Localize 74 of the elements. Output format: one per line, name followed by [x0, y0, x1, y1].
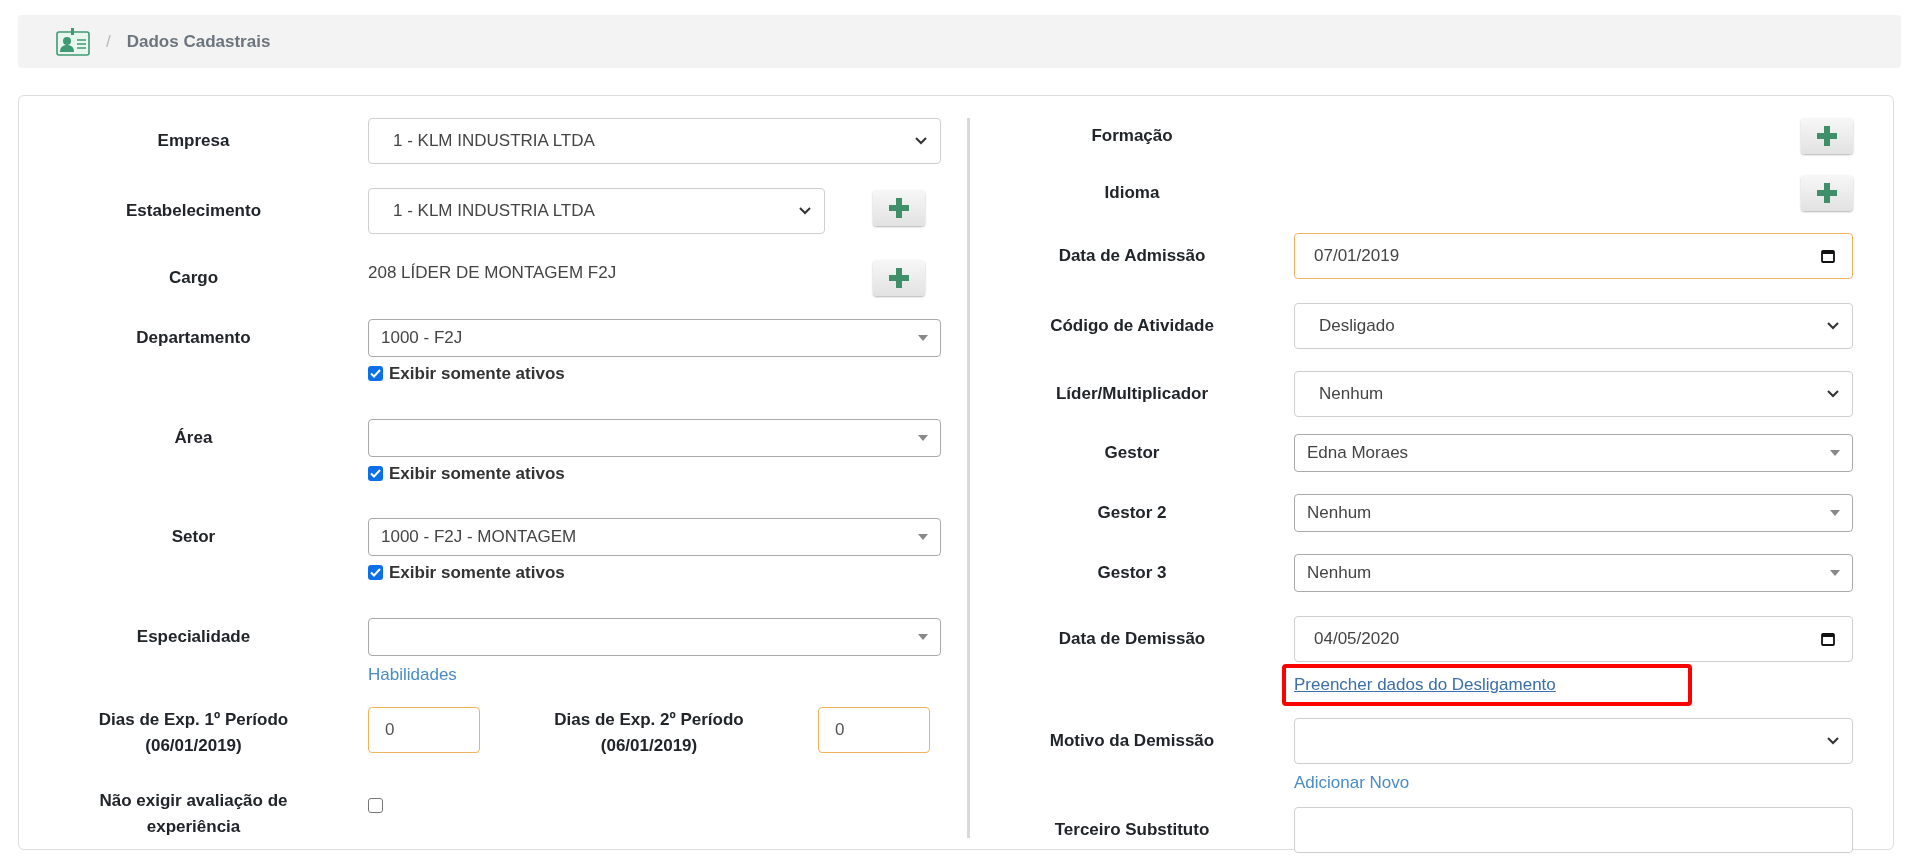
field-label: Empresa	[157, 130, 230, 153]
field-label: Cargo	[168, 267, 219, 290]
field-label: Código de Atividade	[1050, 315, 1214, 338]
field-label: Especialidade	[136, 625, 251, 648]
select-field[interactable]: Nenhum	[1294, 371, 1853, 417]
field-label: Formação	[1091, 125, 1173, 148]
chevron-down-icon	[1826, 321, 1840, 331]
calendar-icon	[1820, 631, 1836, 647]
field-label: Líder/Multiplicador	[1055, 383, 1209, 406]
chevron-down-icon	[798, 206, 812, 216]
checkbox[interactable]	[368, 798, 383, 813]
dropdown-arrow-icon	[918, 534, 928, 540]
chevron-down-icon	[1826, 735, 1840, 746]
id-card-icon	[56, 27, 90, 56]
field-label: Dias de Exp. 1º Período (06/01/2019)	[97, 709, 290, 757]
add-button[interactable]	[1801, 118, 1853, 154]
dropdown-arrow-icon	[918, 633, 928, 640]
field-label: Terceiro Substituto	[1054, 819, 1210, 842]
add-button[interactable]	[1801, 175, 1853, 211]
select-field[interactable]: 1 - KLM INDUSTRIA LTDA	[368, 118, 941, 164]
field-label: Data de Demissão	[1058, 628, 1206, 651]
field-label: Setor	[171, 526, 216, 549]
plus-icon	[1817, 126, 1837, 146]
text-field[interactable]	[1294, 807, 1853, 853]
select-field[interactable]: Desligado	[1294, 303, 1853, 349]
active-only-checkbox[interactable]: Exibir somente ativos	[368, 460, 941, 486]
select-field[interactable]: 1000 - F2J - MONTAGEM	[368, 518, 941, 556]
select-field[interactable]: 1000 - F2J	[368, 319, 941, 357]
dropdown-arrow-icon	[1830, 570, 1840, 576]
add-button[interactable]	[873, 260, 925, 296]
plus-icon	[1817, 183, 1837, 203]
field-label: Gestor	[1104, 442, 1160, 465]
dropdown-arrow-icon	[1830, 450, 1840, 456]
select-field[interactable]: 1 - KLM INDUSTRIA LTDA	[368, 188, 825, 234]
field-label: Gestor 3	[1097, 562, 1167, 585]
field-label: Estabelecimento	[125, 200, 262, 223]
dropdown-arrow-icon	[918, 335, 928, 341]
calendar-icon	[1820, 248, 1836, 264]
field-label: Departamento	[136, 327, 251, 350]
checkmark-icon	[370, 568, 381, 578]
select-field[interactable]	[1294, 717, 1853, 764]
dropdown-arrow-icon	[1830, 510, 1840, 516]
active-only-checkbox[interactable]: Exibir somente ativos	[368, 560, 941, 586]
page-title: Dados Cadastrais	[126, 30, 271, 53]
field-label: Motivo da Demissão	[1049, 729, 1215, 752]
select-field[interactable]	[368, 617, 941, 656]
breadcrumb-separator: /	[106, 30, 111, 53]
chevron-down-icon	[914, 136, 928, 146]
date-field[interactable]: 07/01/2019	[1294, 233, 1853, 279]
select-field[interactable]: Edna Moraes	[1294, 434, 1853, 472]
field-value: 208 LÍDER DE MONTAGEM F2J	[368, 262, 618, 284]
field-label: Gestor 2	[1097, 502, 1167, 525]
chevron-down-icon	[1826, 389, 1840, 399]
add-button[interactable]	[873, 190, 925, 226]
link[interactable]: Adicionar Novo	[1294, 769, 1410, 795]
field-label: Não exigir avaliação de experiência	[98, 790, 289, 838]
checkmark-icon	[370, 468, 381, 478]
field-label: Área	[174, 426, 213, 449]
select-field[interactable]: Nenhum	[1294, 494, 1853, 532]
plus-icon	[889, 198, 909, 218]
field-label: Data de Admissão	[1058, 245, 1206, 268]
dropdown-arrow-icon	[918, 434, 928, 441]
link[interactable]: Preencher dados do Desligamento	[1294, 672, 1556, 698]
number-field[interactable]: 0	[368, 707, 480, 753]
select-field[interactable]	[368, 418, 941, 457]
field-label: Idioma	[1104, 182, 1160, 205]
plus-icon	[889, 268, 909, 288]
date-field[interactable]: 04/05/2020	[1294, 616, 1853, 662]
select-field[interactable]: Nenhum	[1294, 554, 1853, 592]
field-label: Dias de Exp. 2º Período (06/01/2019)	[553, 709, 745, 757]
active-only-checkbox[interactable]: Exibir somente ativos	[368, 361, 941, 387]
checkmark-icon	[370, 369, 381, 379]
number-field[interactable]: 0	[818, 707, 930, 753]
link[interactable]: Habilidades	[368, 661, 457, 687]
